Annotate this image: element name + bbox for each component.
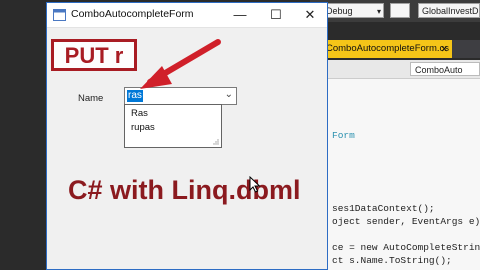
ide-member-dropdown[interactable]: ComboAuto xyxy=(410,62,480,76)
code-line: Form xyxy=(332,130,355,141)
ide-platform-dropdown[interactable] xyxy=(390,3,410,18)
ide-member-label: ComboAuto xyxy=(415,65,463,75)
name-label: Name xyxy=(78,93,104,104)
form-app-icon xyxy=(53,9,66,21)
ide-project-dropdown[interactable]: GlobalInvestDB xyxy=(418,3,480,18)
chevron-down-icon: ▾ xyxy=(376,7,381,16)
mouse-pointer-icon xyxy=(249,176,261,193)
close-icon[interactable]: ✕ xyxy=(440,40,448,58)
close-button[interactable]: ✕ xyxy=(293,3,327,27)
combobox-selected-text[interactable]: ras xyxy=(127,90,143,102)
code-line: ce = new AutoCompleteStringCo xyxy=(332,242,480,253)
chevron-down-icon[interactable]: ⌄ xyxy=(225,89,233,100)
autocomplete-suggestion-list[interactable]: Ras rupas xyxy=(124,104,222,148)
suggestion-item[interactable]: rupas xyxy=(131,122,155,133)
ide-document-tab[interactable]: ComboAutocompleteForm.cs ✕ xyxy=(320,40,452,58)
suggestion-item[interactable]: Ras xyxy=(131,108,148,119)
ide-debug-dropdown[interactable]: Debug ▾ xyxy=(322,3,384,18)
video-caption: C# with Linq.dbml xyxy=(68,175,301,205)
minimize-button[interactable]: — xyxy=(223,3,257,27)
name-combobox[interactable]: ras ⌄ xyxy=(124,87,237,105)
resize-grip-icon[interactable] xyxy=(212,138,219,145)
annotation-label: PUT r xyxy=(51,39,137,71)
code-line: ct s.Name.ToString(); xyxy=(332,255,452,266)
code-line: ses1DataContext(); xyxy=(332,203,435,214)
title-bar[interactable]: ComboAutocompleteForm — ☐ ✕ xyxy=(47,3,327,28)
ide-project-label: GlobalInvestDB xyxy=(422,6,480,16)
code-line: oject sender, EventArgs e) xyxy=(332,216,480,227)
ide-debug-label: Debug xyxy=(326,6,353,16)
maximize-button[interactable]: ☐ xyxy=(259,3,293,27)
window-title: ComboAutocompleteForm xyxy=(71,8,194,20)
ide-tab-title: ComboAutocompleteForm.cs xyxy=(326,43,450,54)
